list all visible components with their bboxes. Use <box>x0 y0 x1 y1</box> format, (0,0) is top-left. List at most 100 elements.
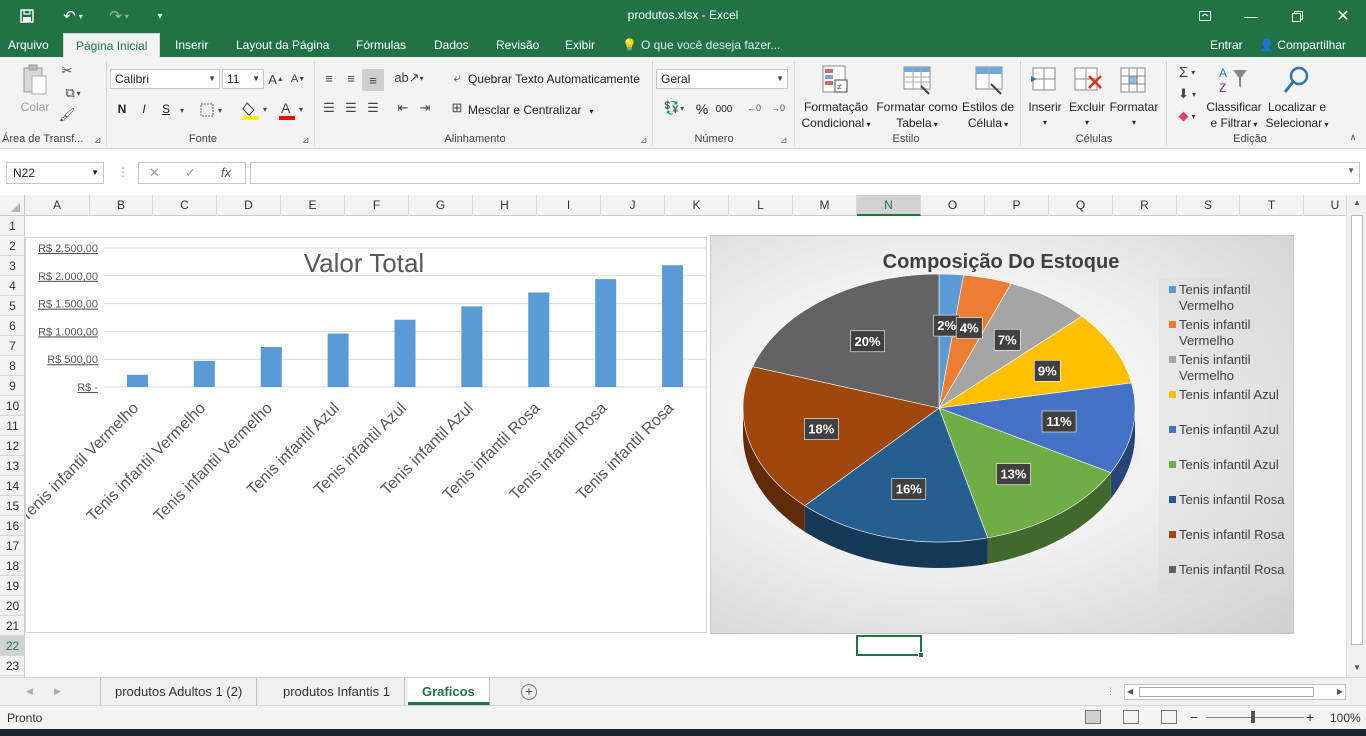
tab-pagina-inicial[interactable]: Página Inicial <box>63 33 161 57</box>
zoom-in-icon[interactable]: + <box>1306 709 1314 725</box>
column-header-e[interactable]: E <box>281 195 345 216</box>
cancel-icon[interactable]: ✕ <box>149 165 160 181</box>
increase-indent-icon[interactable]: ⇥ <box>416 99 434 117</box>
row-header-11[interactable]: 11 <box>0 416 25 436</box>
clipboard-launcher-icon[interactable]: ⊿ <box>94 135 102 146</box>
signin-link[interactable]: Entrar <box>1210 33 1243 57</box>
align-right-icon[interactable]: ☰ <box>364 99 382 117</box>
bar[interactable] <box>662 265 684 387</box>
column-header-c[interactable]: C <box>153 195 217 216</box>
column-header-h[interactable]: H <box>473 195 537 216</box>
page-break-view-icon[interactable] <box>1161 710 1177 724</box>
shrink-font-icon[interactable]: A ▼ <box>290 70 306 88</box>
row-header-2[interactable]: 2 <box>0 236 25 256</box>
tab-formulas[interactable]: Fórmulas <box>350 33 412 57</box>
delete-cells-button[interactable]: Excluir ▾ <box>1066 99 1108 131</box>
number-format-combo[interactable]: Geral ▼ <box>656 69 788 89</box>
number-launcher-icon[interactable]: ⊿ <box>780 135 788 146</box>
font-launcher-icon[interactable]: ⊿ <box>302 135 310 146</box>
pie-chart[interactable]: Composição Do Estoque 2% 4% 7% 9% 11% 13% 16% 1… <box>710 235 1294 634</box>
cell-styles-icon[interactable] <box>972 63 1006 97</box>
bar[interactable] <box>327 333 349 387</box>
row-header-15[interactable]: 15 <box>0 496 25 516</box>
next-sheet-icon[interactable]: ▶ <box>54 686 61 697</box>
decrease-decimal-icon[interactable]: →0 <box>768 99 788 117</box>
bar[interactable] <box>528 292 550 387</box>
sort-filter-icon[interactable]: AZ <box>1216 63 1250 97</box>
conditional-formatting-icon[interactable]: ≠ <box>818 63 852 97</box>
column-header-r[interactable]: R <box>1113 195 1177 216</box>
vertical-scroll-thumb[interactable] <box>1351 215 1363 645</box>
format-painter-icon[interactable]: 🖌 <box>58 107 76 123</box>
decrease-indent-icon[interactable]: ⇤ <box>394 99 412 117</box>
redo-icon[interactable]: ↷ ▾ <box>104 6 134 26</box>
borders-icon[interactable]: ▾ <box>198 101 228 119</box>
sheet-tab-produtos-infantis[interactable]: produtos Infantis 1 <box>269 678 405 705</box>
fill-color-icon[interactable]: ▾ <box>240 99 274 121</box>
copy-icon[interactable]: ⧉ ▾ <box>58 85 88 101</box>
tab-exibir[interactable]: Exibir <box>559 33 601 57</box>
underline-button[interactable]: S <box>158 101 174 117</box>
bold-button[interactable]: N <box>114 101 130 117</box>
row-header-9[interactable]: 9 <box>0 376 25 396</box>
align-left-icon[interactable]: ☰ <box>320 99 338 117</box>
font-name-combo[interactable]: Calibri ▼ <box>110 69 220 89</box>
split-handle-icon[interactable]: ⋮ <box>1106 686 1115 697</box>
prev-sheet-icon[interactable]: ◀ <box>26 686 33 697</box>
fill-icon[interactable]: ⬇ ▾ <box>1172 85 1202 103</box>
delete-cells-icon[interactable] <box>1070 63 1104 97</box>
restore-icon[interactable] <box>1282 4 1312 28</box>
font-color-icon[interactable]: A ▾ <box>276 99 310 121</box>
tab-arquivo[interactable]: Arquivo <box>2 33 55 57</box>
row-header-23[interactable]: 23 <box>0 656 25 676</box>
column-header-s[interactable]: S <box>1177 195 1240 216</box>
format-as-table-button[interactable]: Formatar como Tabela ▾ <box>874 99 960 133</box>
add-sheet-icon[interactable]: + <box>521 684 537 700</box>
italic-button[interactable]: I <box>136 101 152 117</box>
bar[interactable] <box>461 306 483 387</box>
name-box[interactable]: N22 ▼ <box>6 162 104 184</box>
sheet-tab-graficos[interactable]: Graficos <box>408 678 490 705</box>
zoom-slider-knob[interactable] <box>1251 711 1255 723</box>
column-header-d[interactable]: D <box>217 195 281 216</box>
insert-cells-button[interactable]: Inserir ▾ <box>1026 99 1064 131</box>
bar[interactable] <box>260 346 282 387</box>
format-cells-button[interactable]: Formatar ▾ <box>1108 99 1160 131</box>
format-as-table-icon[interactable] <box>900 63 934 97</box>
page-layout-view-icon[interactable] <box>1123 710 1139 724</box>
fill-handle[interactable] <box>918 652 924 658</box>
column-header-n[interactable]: N <box>857 195 921 216</box>
conditional-formatting-button[interactable]: Formatação Condicional ▾ <box>798 99 874 133</box>
insert-cells-icon[interactable] <box>1028 63 1062 97</box>
insert-function-icon[interactable]: fx <box>221 165 231 180</box>
scroll-up-icon[interactable]: ▲ <box>1347 198 1366 214</box>
merge-center-icon[interactable]: ⊞ <box>448 99 466 117</box>
find-select-button[interactable]: Localizar e Selecionar ▾ <box>1264 99 1330 133</box>
row-header-7[interactable]: 7 <box>0 336 25 356</box>
tab-inserir[interactable]: Inserir <box>169 33 214 57</box>
undo-icon[interactable]: ↶ ▾ <box>58 6 88 26</box>
row-header-13[interactable]: 13 <box>0 456 25 476</box>
ribbon-display-icon[interactable] <box>1190 4 1220 28</box>
tab-dados[interactable]: Dados <box>428 33 475 57</box>
column-header-f[interactable]: F <box>345 195 409 216</box>
share-button[interactable]: 👤 Compartilhar <box>1259 33 1346 57</box>
row-header-3[interactable]: 3 <box>0 256 25 276</box>
bar[interactable] <box>126 374 148 387</box>
grow-font-icon[interactable]: A ▲ <box>268 70 284 88</box>
column-header-j[interactable]: J <box>601 195 665 216</box>
minimize-icon[interactable]: — <box>1236 4 1266 28</box>
font-size-combo[interactable]: 11 ▼ <box>222 69 264 89</box>
normal-view-icon[interactable] <box>1085 710 1101 724</box>
autosum-icon[interactable]: Σ ▾ <box>1172 63 1202 81</box>
bar[interactable] <box>394 319 416 387</box>
scroll-left-icon[interactable]: ◀ <box>1127 687 1133 696</box>
merge-center-button[interactable]: Mesclar e Centralizar ▾ <box>468 103 593 117</box>
horizontal-scroll-thumb[interactable] <box>1139 687 1314 697</box>
format-cells-icon[interactable] <box>1116 63 1150 97</box>
row-header-20[interactable]: 20 <box>0 596 25 616</box>
customize-icon[interactable]: ▾ <box>150 6 170 26</box>
close-icon[interactable]: ✕ <box>1328 4 1358 28</box>
column-header-k[interactable]: K <box>665 195 729 216</box>
sort-filter-button[interactable]: Classificar e Filtrar ▾ <box>1204 99 1264 133</box>
